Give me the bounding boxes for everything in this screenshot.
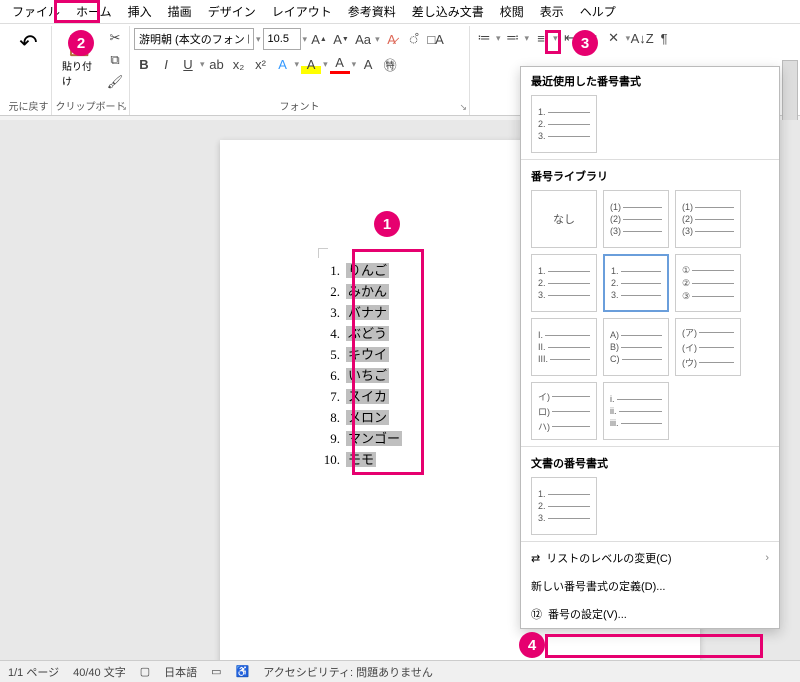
cut-button[interactable]: ✂ [105, 28, 125, 48]
number-icon: ⑫ [531, 606, 542, 622]
accessibility-status[interactable]: アクセシビリティ: 問題ありません [263, 664, 433, 680]
define-new-format-menu[interactable]: 新しい番号書式の定義(D)... [521, 572, 779, 600]
undo-group-label: 元に戻す [6, 98, 51, 113]
strike-button[interactable]: ab [207, 54, 227, 74]
numbering-button[interactable]: ≕ [503, 28, 523, 48]
language-indicator[interactable]: 日本語 [164, 664, 197, 680]
undo-icon: ↶ [19, 30, 37, 56]
phonetic-guide-button[interactable]: ஂ [404, 29, 424, 49]
numbering-tile[interactable]: 1.2.3. [531, 95, 597, 153]
paste-button[interactable]: 📋 貼り付け [56, 30, 103, 90]
menu-校閲[interactable]: 校閲 [492, 0, 532, 23]
menu-デザイン[interactable]: デザイン [200, 0, 264, 23]
enclose-char-button[interactable]: ㊕ [380, 54, 400, 74]
menu-差し込み文書[interactable]: 差し込み文書 [404, 0, 492, 23]
recent-grid: 1.2.3. [531, 95, 769, 153]
numbering-dropdown-panel: 最近使用した番号書式 1.2.3. 番号ライブラリ なし(1)(2)(3)(1)… [520, 66, 780, 629]
status-bar: 1/1 ページ 40/40 文字 ▢ 日本語 ▭ ♿ アクセシビリティ: 問題あ… [0, 660, 800, 682]
page-indicator[interactable]: 1/1 ページ [8, 664, 59, 680]
increase-indent-button[interactable]: ⇥ [582, 28, 602, 48]
clear-format-button[interactable]: A̷ [382, 29, 402, 49]
accessibility-icon[interactable]: ♿ [236, 665, 250, 678]
shrink-font-button[interactable]: A▼ [331, 29, 351, 49]
bullets-button[interactable]: ≔ [474, 28, 494, 48]
grow-font-button[interactable]: A▲ [309, 29, 329, 49]
char-border-button[interactable]: □A [426, 29, 446, 49]
menu-レイアウト[interactable]: レイアウト [264, 0, 340, 23]
numbering-tile[interactable]: なし [531, 190, 597, 248]
multilevel-button[interactable]: ≡ [531, 28, 551, 48]
library-title: 番号ライブラリ [531, 168, 769, 184]
numbering-tile[interactable]: ①②③ [675, 254, 741, 312]
menu-bar: ファイルホーム挿入描画デザインレイアウト参考資料差し込み文書校閲表示ヘルプ [0, 0, 800, 24]
copy-button[interactable]: ⧉ [105, 50, 125, 70]
change-case-button[interactable]: Aa [353, 29, 373, 49]
numbering-tile[interactable]: 1.2.3. [531, 254, 597, 312]
list-item[interactable]: 1.りんご [320, 260, 402, 281]
chevron-right-icon: › [765, 552, 769, 564]
doc-grid: 1.2.3. [531, 477, 769, 535]
list-item[interactable]: 5.キウイ [320, 344, 402, 365]
clipboard-dialog-launcher[interactable]: ↘ [119, 102, 127, 113]
library-grid: なし(1)(2)(3)(1)(2)(3)1.2.3.1.2.3.①②③I.II.… [531, 190, 769, 440]
menu-表示[interactable]: 表示 [532, 0, 572, 23]
text-effects-button[interactable]: A [273, 54, 293, 74]
numbering-tile[interactable]: (1)(2)(3) [675, 190, 741, 248]
decrease-indent-button[interactable]: ⇤ [560, 28, 580, 48]
menu-ヘルプ[interactable]: ヘルプ [572, 0, 624, 23]
font-dialog-launcher[interactable]: ↘ [459, 102, 467, 113]
proofing-icon[interactable]: ▢ [140, 665, 150, 678]
numbering-tile[interactable]: 1.2.3. [603, 254, 669, 312]
superscript-button[interactable]: x² [251, 54, 271, 74]
set-number-value-menu[interactable]: ⑫ 番号の設定(V)... [521, 600, 779, 628]
doc-formats-title: 文書の番号書式 [531, 455, 769, 471]
clipboard-group-label: クリップボード [52, 98, 129, 113]
underline-button[interactable]: U [178, 54, 198, 74]
subscript-button[interactable]: x₂ [229, 54, 249, 74]
numbering-tile[interactable]: イ)ロ)ハ) [531, 382, 597, 440]
font-group-label: フォント [130, 98, 469, 113]
font-color-button[interactable]: A [330, 54, 350, 74]
numbered-list[interactable]: 1.りんご2.みかん3.バナナ4.ぶどう5.キウイ6.いちご7.スイカ8.メロン… [320, 260, 402, 470]
list-item[interactable]: 9.マンゴー [320, 428, 402, 449]
list-item[interactable]: 8.メロン [320, 407, 402, 428]
list-ol: 1.りんご2.みかん3.バナナ4.ぶどう5.キウイ6.いちご7.スイカ8.メロン… [320, 260, 402, 470]
menu-ファイル[interactable]: ファイル [4, 0, 68, 23]
list-item[interactable]: 10.モモ [320, 449, 402, 470]
menu-ホーム[interactable]: ホーム [68, 0, 120, 23]
menu-描画[interactable]: 描画 [160, 0, 200, 23]
paste-icon: 📋 [66, 32, 93, 58]
list-item[interactable]: 7.スイカ [320, 386, 402, 407]
list-item[interactable]: 3.バナナ [320, 302, 402, 323]
italic-button[interactable]: I [156, 54, 176, 74]
change-list-level-menu[interactable]: ⇄ リストのレベルの変更(C) › [521, 544, 779, 572]
sort-button[interactable]: A↓Z [632, 28, 652, 48]
word-count[interactable]: 40/40 文字 [73, 664, 126, 680]
numbering-tile[interactable]: (ア)(イ)(ウ) [675, 318, 741, 376]
format-painter-button[interactable]: 🖌 [105, 72, 125, 92]
indent-icon: ⇄ [531, 552, 540, 565]
asian-layout-button[interactable]: ✕ [604, 28, 624, 48]
numbering-tile[interactable]: (1)(2)(3) [603, 190, 669, 248]
font-name-combo[interactable] [134, 28, 254, 50]
numbering-tile[interactable]: I.II.III. [531, 318, 597, 376]
highlight-button[interactable]: A [301, 54, 321, 74]
char-shading-button[interactable]: A [358, 54, 378, 74]
numbering-dropdown-arrow[interactable]: ▾ [525, 33, 530, 44]
list-item[interactable]: 2.みかん [320, 281, 402, 302]
numbering-tile[interactable]: i.ii.iii. [603, 382, 669, 440]
font-size-combo[interactable] [263, 28, 301, 50]
menu-挿入[interactable]: 挿入 [120, 0, 160, 23]
list-item[interactable]: 4.ぶどう [320, 323, 402, 344]
numbering-tile[interactable]: 1.2.3. [531, 477, 597, 535]
macro-icon[interactable]: ▭ [211, 665, 221, 678]
list-item[interactable]: 6.いちご [320, 365, 402, 386]
undo-button[interactable]: ↶ [10, 28, 47, 58]
numbering-tile[interactable]: A)B)C) [603, 318, 669, 376]
recent-formats-title: 最近使用した番号書式 [531, 73, 769, 89]
bold-button[interactable]: B [134, 54, 154, 74]
show-marks-button[interactable]: ¶ [654, 28, 674, 48]
menu-参考資料[interactable]: 参考資料 [340, 0, 404, 23]
